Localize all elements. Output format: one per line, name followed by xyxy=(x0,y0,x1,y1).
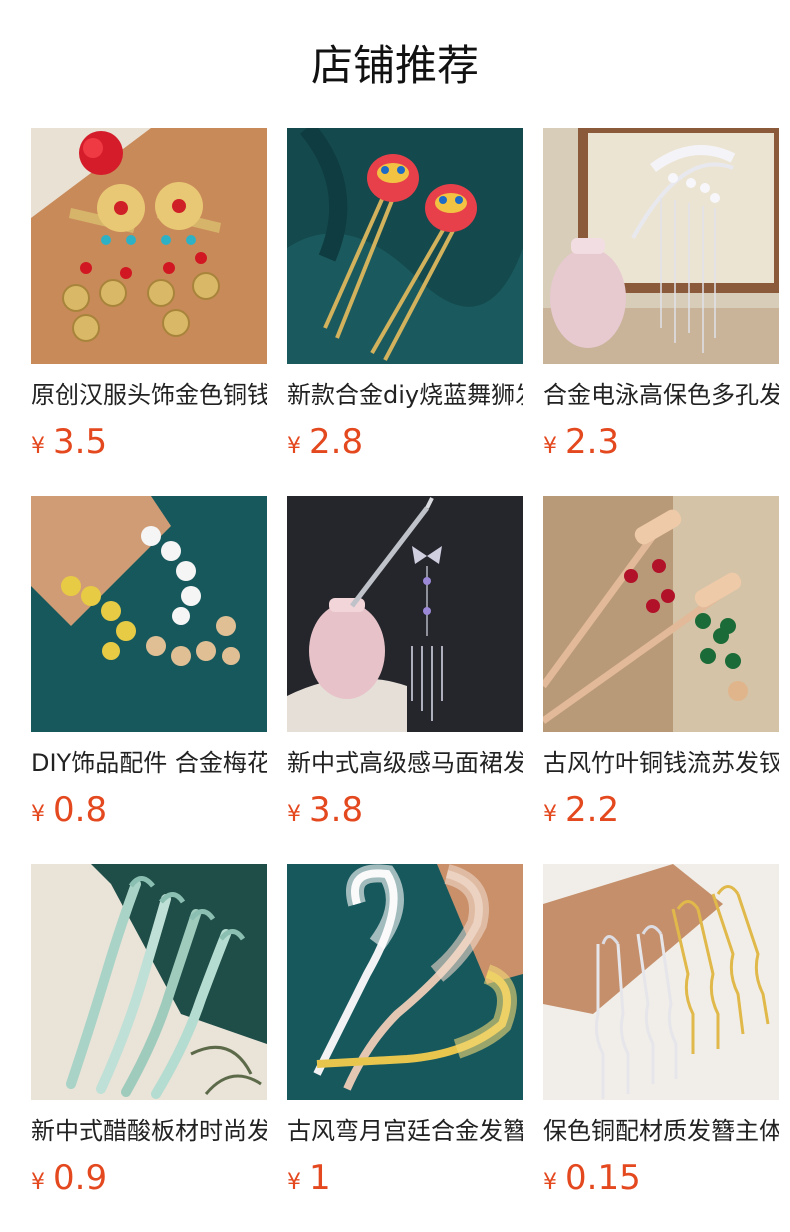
product-card[interactable]: 新中式高级感马面裙发簪 ¥3.8 xyxy=(287,496,523,830)
product-image[interactable] xyxy=(543,128,779,364)
price-value: 0.9 xyxy=(53,1158,108,1198)
price-value: 0.15 xyxy=(565,1158,641,1198)
price-value: 0.8 xyxy=(53,790,108,830)
product-image[interactable] xyxy=(287,496,523,732)
currency-symbol: ¥ xyxy=(543,434,557,459)
currency-symbol: ¥ xyxy=(31,434,45,459)
price-value: 2.8 xyxy=(309,422,364,462)
product-card[interactable]: 保色铜配材质发簪主体 ¥0.15 xyxy=(543,864,779,1198)
product-image[interactable] xyxy=(31,496,267,732)
product-price: ¥3.5 xyxy=(31,420,267,469)
product-image[interactable] xyxy=(543,864,779,1100)
product-price: ¥2.8 xyxy=(287,420,523,469)
product-name[interactable]: 原创汉服头饰金色铜钱流苏发夹 xyxy=(31,380,267,410)
price-value: 2.3 xyxy=(565,422,620,462)
product-price: ¥2.2 xyxy=(543,788,779,837)
product-price: ¥0.9 xyxy=(31,1156,267,1205)
currency-symbol: ¥ xyxy=(543,802,557,827)
currency-symbol: ¥ xyxy=(287,802,301,827)
product-name[interactable]: 保色铜配材质发簪主体 xyxy=(543,1116,779,1146)
product-name[interactable]: 新款合金diy烧蓝舞狮发簪 xyxy=(287,380,523,410)
product-price: ¥1 xyxy=(287,1156,523,1205)
product-image[interactable] xyxy=(31,128,267,364)
product-price: ¥2.3 xyxy=(543,420,779,469)
product-card[interactable]: 合金电泳高保色多孔发钗 ¥2.3 xyxy=(543,128,779,462)
price-value: 1 xyxy=(309,1158,331,1198)
product-card[interactable]: 原创汉服头饰金色铜钱流苏发夹 ¥3.5 xyxy=(31,128,267,462)
product-price: ¥0.8 xyxy=(31,788,267,837)
product-name[interactable]: 古风弯月宫廷合金发簪 xyxy=(287,1116,523,1146)
currency-symbol: ¥ xyxy=(543,1170,557,1195)
product-card[interactable]: 古风竹叶铜钱流苏发钗 ¥2.2 xyxy=(543,496,779,830)
product-card[interactable]: 新中式醋酸板材时尚发簪 ¥0.9 xyxy=(31,864,267,1198)
product-image[interactable] xyxy=(287,128,523,364)
currency-symbol: ¥ xyxy=(31,802,45,827)
product-image[interactable] xyxy=(543,496,779,732)
product-price: ¥0.15 xyxy=(543,1156,779,1205)
product-name[interactable]: 新中式醋酸板材时尚发簪 xyxy=(31,1116,267,1146)
product-price: ¥3.8 xyxy=(287,788,523,837)
price-value: 2.2 xyxy=(565,790,620,830)
currency-symbol: ¥ xyxy=(287,434,301,459)
page-title: 店铺推荐 xyxy=(310,41,479,90)
price-value: 3.5 xyxy=(53,422,108,462)
product-card[interactable]: 古风弯月宫廷合金发簪 ¥1 xyxy=(287,864,523,1198)
price-value: 3.8 xyxy=(309,790,364,830)
product-name[interactable]: 新中式高级感马面裙发簪 xyxy=(287,748,523,778)
product-image[interactable] xyxy=(287,864,523,1100)
product-card[interactable]: 新款合金diy烧蓝舞狮发簪 ¥2.8 xyxy=(287,128,523,462)
product-card[interactable]: DIY饰品配件 合金梅花枝 ¥0.8 xyxy=(31,496,267,830)
product-name[interactable]: 古风竹叶铜钱流苏发钗 xyxy=(543,748,779,778)
currency-symbol: ¥ xyxy=(31,1170,45,1195)
product-image[interactable] xyxy=(31,864,267,1100)
currency-symbol: ¥ xyxy=(287,1170,301,1195)
product-name[interactable]: DIY饰品配件 合金梅花枝 xyxy=(31,748,267,778)
product-name[interactable]: 合金电泳高保色多孔发钗 xyxy=(543,380,779,410)
